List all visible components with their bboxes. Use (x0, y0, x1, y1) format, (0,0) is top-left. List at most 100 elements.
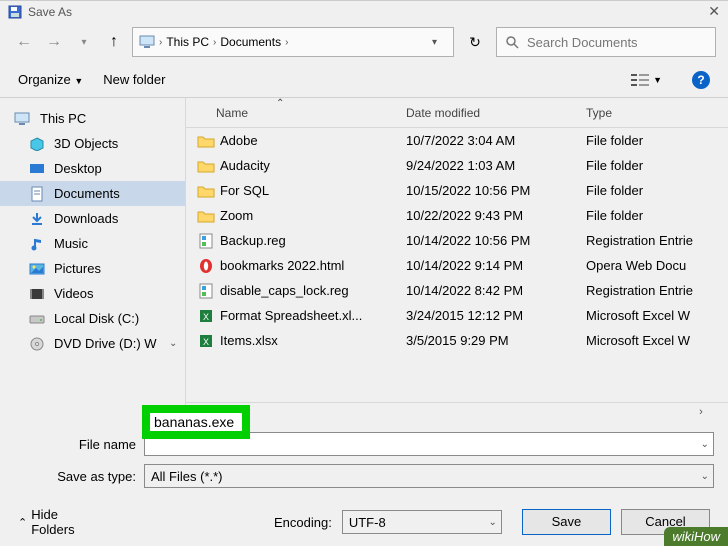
breadcrumb-item[interactable]: Documents (220, 35, 281, 49)
watermark: wikiHow (664, 527, 728, 546)
chevron-right-icon: › (285, 37, 288, 48)
file-date: 10/14/2022 8:42 PM (406, 283, 586, 298)
file-type: File folder (586, 183, 728, 198)
chevron-up-icon: ⌃ (18, 516, 27, 529)
file-name: Audacity (220, 158, 406, 173)
column-name[interactable]: Name (216, 106, 406, 120)
pc-icon (139, 34, 155, 50)
file-name: disable_caps_lock.reg (220, 283, 406, 298)
sidebar-item-3d-objects[interactable]: 3D Objects (0, 131, 185, 156)
encoding-select[interactable]: UTF-8 ⌄ (342, 510, 502, 534)
column-date[interactable]: Date modified (406, 106, 586, 120)
filename-label: File name (14, 437, 144, 452)
table-row[interactable]: X Items.xlsx3/5/2015 9:29 PMMicrosoft Exc… (186, 328, 728, 353)
refresh-button[interactable]: ↻ (460, 27, 490, 57)
nav-row: ← → ▾ ↑ › This PC › Documents › ▾ ↻ Sear… (0, 22, 728, 62)
organize-button[interactable]: Organize ▼ (18, 72, 83, 87)
reg-icon (196, 232, 216, 250)
file-date: 10/14/2022 10:56 PM (406, 233, 586, 248)
table-row[interactable]: bookmarks 2022.html10/14/2022 9:14 PMOpe… (186, 253, 728, 278)
dvd-icon (28, 337, 46, 351)
file-type: File folder (586, 208, 728, 223)
savetype-label: Save as type: (14, 469, 144, 484)
column-type[interactable]: Type (586, 106, 728, 120)
sidebar-item-pictures[interactable]: Pictures (0, 256, 185, 281)
pc-icon (14, 112, 32, 126)
sidebar-item-dvd-drive[interactable]: DVD Drive (D:) W ⌄ (0, 331, 185, 356)
sidebar-item-local-disk[interactable]: Local Disk (C:) (0, 306, 185, 331)
sidebar-item-downloads[interactable]: Downloads (0, 206, 185, 231)
up-button[interactable]: ↑ (102, 30, 126, 54)
savetype-select[interactable]: All Files (*.*) ⌄ (144, 464, 714, 488)
breadcrumb-item[interactable]: This PC (166, 35, 209, 49)
breadcrumb-dropdown[interactable]: ▾ (422, 37, 447, 48)
sidebar-item-this-pc[interactable]: This PC (0, 106, 185, 131)
file-date: 10/7/2022 3:04 AM (406, 133, 586, 148)
file-date: 10/15/2022 10:56 PM (406, 183, 586, 198)
save-button[interactable]: Save (522, 509, 611, 535)
table-row[interactable]: Adobe10/7/2022 3:04 AMFile folder (186, 128, 728, 153)
svg-text:X: X (203, 312, 209, 322)
file-type: File folder (586, 133, 728, 148)
sidebar-item-desktop[interactable]: Desktop (0, 156, 185, 181)
videos-icon (28, 287, 46, 301)
file-name: For SQL (220, 183, 406, 198)
file-name: Format Spreadsheet.xl... (220, 308, 406, 323)
footer: ⌃ Hide Folders Encoding: UTF-8 ⌄ Save Ca… (0, 498, 728, 546)
sidebar-item-documents[interactable]: Documents (0, 181, 185, 206)
document-icon (28, 187, 46, 201)
cube-icon (28, 137, 46, 151)
chevron-right-icon: › (159, 37, 162, 48)
window-title: Save As (28, 5, 72, 19)
folder-icon (196, 157, 216, 175)
chevron-down-icon[interactable]: ⌄ (169, 338, 179, 349)
search-input[interactable]: Search Documents (496, 27, 716, 57)
recent-dropdown[interactable]: ▾ (72, 30, 96, 54)
file-pane: ⌃ Name Date modified Type Adobe10/7/2022… (185, 98, 728, 420)
close-icon[interactable]: ✕ (708, 3, 720, 20)
save-form: File name ⌄ Save as type: All Files (*.*… (0, 420, 728, 498)
file-date: 3/5/2015 9:29 PM (406, 333, 586, 348)
new-folder-button[interactable]: New folder (103, 72, 165, 87)
file-date: 3/24/2015 12:12 PM (406, 308, 586, 323)
excel-icon: X (196, 307, 216, 325)
table-row[interactable]: Audacity9/24/2022 1:03 AMFile folder (186, 153, 728, 178)
folder-icon (196, 207, 216, 225)
file-name: Items.xlsx (220, 333, 406, 348)
horizontal-scrollbar[interactable]: ‹ › (186, 402, 728, 420)
music-icon (28, 237, 46, 251)
file-type: File folder (586, 158, 728, 173)
floppy-icon (8, 5, 22, 19)
search-icon (505, 35, 519, 49)
table-row[interactable]: Backup.reg10/14/2022 10:56 PMRegistratio… (186, 228, 728, 253)
breadcrumb[interactable]: › This PC › Documents › ▾ (132, 27, 454, 57)
back-button[interactable]: ← (12, 30, 36, 54)
chevron-down-icon[interactable]: ⌄ (701, 471, 709, 482)
file-name: Adobe (220, 133, 406, 148)
desktop-icon (28, 162, 46, 176)
table-row[interactable]: X Format Spreadsheet.xl...3/24/2015 12:12… (186, 303, 728, 328)
chevron-down-icon[interactable]: ⌄ (701, 439, 709, 450)
toolbar: Organize ▼ New folder ▼ ? (0, 62, 728, 98)
table-row[interactable]: Zoom10/22/2022 9:43 PMFile folder (186, 203, 728, 228)
hide-folders-button[interactable]: ⌃ Hide Folders (18, 507, 104, 537)
table-row[interactable]: disable_caps_lock.reg10/14/2022 8:42 PMR… (186, 278, 728, 303)
scroll-right-icon[interactable]: › (692, 406, 710, 418)
sidebar-item-music[interactable]: Music (0, 231, 185, 256)
file-type: Registration Entrie (586, 233, 728, 248)
file-type: Microsoft Excel W (586, 333, 728, 348)
view-button[interactable]: ▼ (631, 73, 662, 87)
file-name: Backup.reg (220, 233, 406, 248)
file-date: 9/24/2022 1:03 AM (406, 158, 586, 173)
table-row[interactable]: For SQL10/15/2022 10:56 PMFile folder (186, 178, 728, 203)
title-bar: Save As ✕ (0, 0, 728, 22)
download-icon (28, 212, 46, 226)
help-icon[interactable]: ? (692, 71, 710, 89)
sort-indicator-icon: ⌃ (276, 98, 284, 109)
chevron-right-icon: › (213, 37, 216, 48)
chevron-down-icon[interactable]: ⌄ (488, 517, 496, 528)
sidebar-item-videos[interactable]: Videos (0, 281, 185, 306)
forward-button: → (42, 30, 66, 54)
column-headers[interactable]: ⌃ Name Date modified Type (186, 98, 728, 128)
svg-text:X: X (203, 337, 209, 347)
